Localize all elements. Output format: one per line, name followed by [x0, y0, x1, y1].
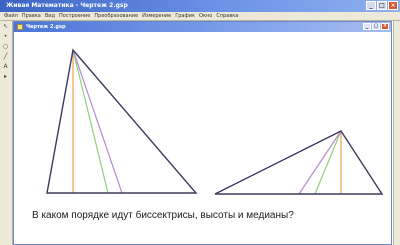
right-triangle[interactable] [214, 130, 384, 195]
left-purple-segment[interactable] [72, 49, 123, 194]
question-text: В каком порядке идут биссектрисы, высоты… [32, 210, 294, 221]
left-triangle[interactable] [46, 48, 198, 194]
left-green-segment[interactable] [72, 49, 109, 194]
right-green-segment[interactable] [314, 130, 342, 195]
right-purple-segment[interactable] [298, 130, 342, 195]
vertical-scrollbar[interactable] [393, 21, 400, 245]
sketch-canvas[interactable] [0, 0, 400, 245]
